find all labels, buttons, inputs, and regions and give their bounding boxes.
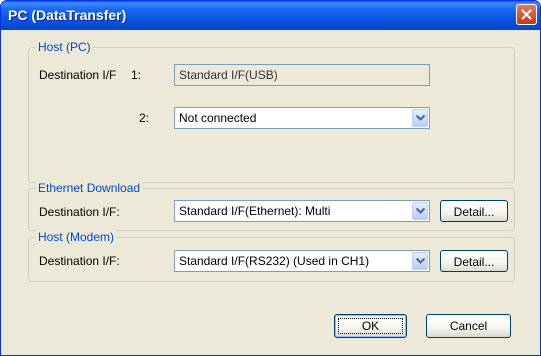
modem-destination-select[interactable]: Standard I/F(RS232) (Used in CH1) [174,250,430,272]
chevron-down-icon [416,208,425,214]
host-modem-group: Host (Modem) Destination I/F: Standard I… [28,230,515,282]
chevron-down-icon [416,115,425,121]
host-pc-index-2: 2: [139,111,150,125]
modem-detail-button[interactable]: Detail... [440,250,508,272]
host-pc-if2-dropdown-button[interactable] [412,109,428,127]
host-pc-legend: Host (PC) [36,40,93,54]
host-pc-group: Host (PC) Destination I/F 1: Standard I/… [28,40,515,183]
host-modem-legend: Host (Modem) [36,230,117,244]
close-icon [521,9,532,20]
window-title: PC (DataTransfer) [8,7,127,23]
modem-detail-label: Detail... [453,255,495,269]
ethernet-dropdown-button[interactable] [412,202,428,220]
ethernet-detail-button[interactable]: Detail... [440,200,508,222]
dialog-window: PC (DataTransfer) Host (PC) Destination … [0,0,541,356]
ok-button[interactable]: OK [334,314,407,338]
cancel-label: Cancel [449,319,488,333]
ethernet-destination-label: Destination I/F: [39,205,120,219]
modem-destination-value: Standard I/F(RS232) (Used in CH1) [179,254,370,268]
title-bar[interactable]: PC (DataTransfer) [1,1,540,30]
dialog-body: Host (PC) Destination I/F 1: Standard I/… [4,30,537,352]
host-pc-if1-field: Standard I/F(USB) [174,64,430,86]
host-pc-if2-value: Not connected [179,111,257,125]
ethernet-destination-select[interactable]: Standard I/F(Ethernet): Multi [174,200,430,222]
modem-dropdown-button[interactable] [412,252,428,270]
ethernet-download-legend: Ethernet Download [36,181,143,195]
chevron-down-icon [416,258,425,264]
cancel-button[interactable]: Cancel [426,314,511,338]
host-pc-destination-label: Destination I/F [39,68,117,82]
host-pc-if2-select[interactable]: Not connected [174,107,430,129]
modem-destination-label: Destination I/F: [39,254,120,268]
ok-label: OK [361,319,380,333]
ethernet-download-group: Ethernet Download Destination I/F: Stand… [28,181,515,231]
close-button[interactable] [516,4,537,25]
ethernet-detail-label: Detail... [453,205,495,219]
host-pc-index-1: 1: [131,68,142,82]
ethernet-destination-value: Standard I/F(Ethernet): Multi [179,204,331,218]
